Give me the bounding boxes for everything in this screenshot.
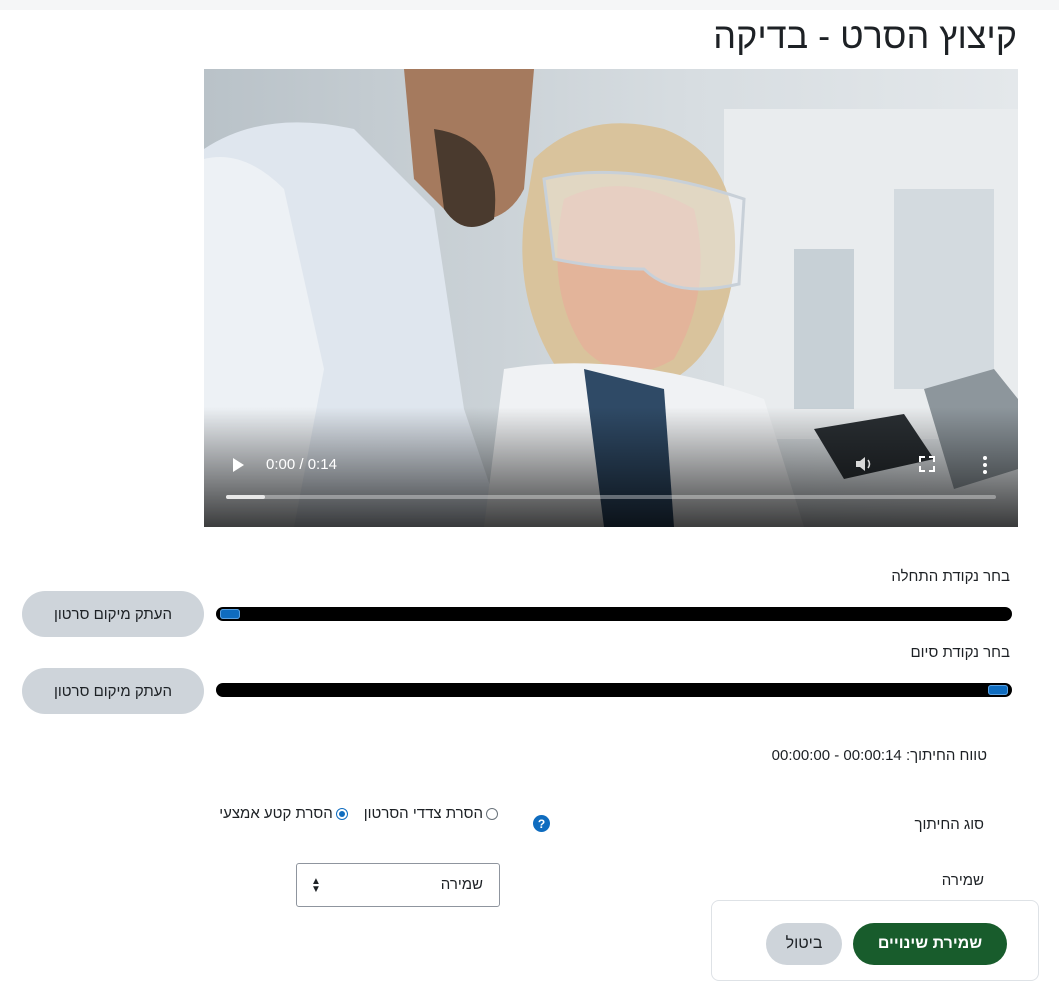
top-bar xyxy=(0,0,1059,10)
fullscreen-icon[interactable] xyxy=(918,455,936,473)
help-icon[interactable]: ? xyxy=(533,815,550,832)
video-player[interactable]: 0:00 / 0:14 xyxy=(204,69,1018,527)
cut-range-end: 00:00:14 xyxy=(843,747,902,764)
sort-arrows-icon: ▲ ▼ xyxy=(311,876,321,895)
start-point-slider[interactable] xyxy=(216,607,1012,621)
save-changes-button[interactable]: שמירת שינויים xyxy=(853,923,1007,965)
end-slider-thumb[interactable] xyxy=(988,685,1008,695)
radio-label: הסרת צדדי הסרטון xyxy=(363,805,483,822)
cut-type-options: הסרת צדדי הסרטון הסרת קטע אמצעי xyxy=(219,805,498,822)
end-point-slider[interactable] xyxy=(216,683,1012,697)
cut-type-label: סוג החיתוך xyxy=(914,816,985,833)
more-options-icon[interactable] xyxy=(978,454,992,476)
duration: 0:14 xyxy=(307,456,337,473)
end-point-label: בחר נקודת סיום xyxy=(910,644,1010,661)
copy-position-start-button[interactable]: העתק מיקום סרטון xyxy=(22,591,204,637)
video-seek-bar[interactable] xyxy=(226,495,996,499)
save-mode-select[interactable]: שמירה ▲ ▼ xyxy=(296,863,500,907)
cut-range-start: 00:00:00 xyxy=(771,747,831,764)
video-time: 0:00 / 0:14 xyxy=(266,456,337,473)
current-time: 0:00 xyxy=(266,456,296,473)
cut-range: טווח החיתוך: 00:00:00 - 00:00:14 xyxy=(772,747,987,764)
play-icon[interactable] xyxy=(230,457,246,473)
select-value: שמירה xyxy=(440,876,483,893)
radio-button[interactable] xyxy=(335,807,348,820)
radio-remove-middle[interactable]: הסרת קטע אמצעי xyxy=(219,805,348,822)
volume-icon[interactable] xyxy=(852,453,878,475)
radio-label: הסרת קטע אמצעי xyxy=(219,805,333,822)
save-mode-label: שמירה xyxy=(941,872,984,889)
video-progress-fill xyxy=(226,495,265,499)
copy-position-end-button[interactable]: העתק מיקום סרטון xyxy=(22,668,204,714)
start-point-label: בחר נקודת התחלה xyxy=(891,568,1010,585)
start-slider-thumb[interactable] xyxy=(220,609,240,619)
page-title: קיצוץ הסרט - בדיקה xyxy=(713,15,1017,56)
cut-range-label: טווח החיתוך: xyxy=(905,747,987,764)
cancel-button[interactable]: ביטול xyxy=(766,923,842,965)
radio-button[interactable] xyxy=(486,807,498,820)
cut-range-values: 00:00:00 - 00:00:14 xyxy=(771,747,902,764)
radio-remove-sides[interactable]: הסרת צדדי הסרטון xyxy=(364,805,498,822)
